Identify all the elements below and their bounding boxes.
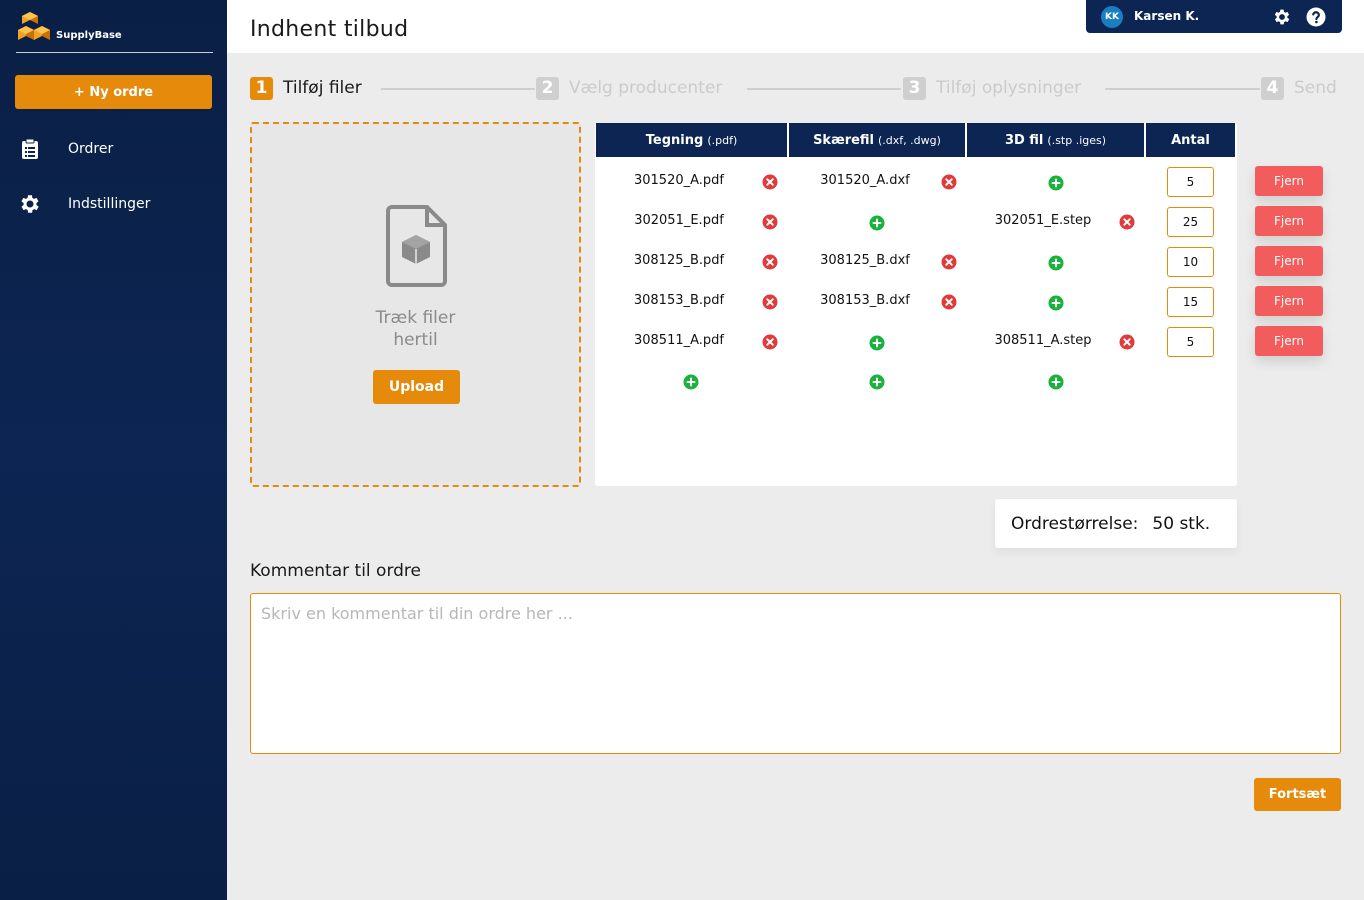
order-size-summary: Ordrestørrelse: 50 stk. [995,499,1237,548]
quantity-input[interactable] [1167,327,1214,357]
continue-button[interactable]: Fortsæt [1254,778,1341,811]
remove-file-icon[interactable] [762,334,778,350]
sidebar-item-settings[interactable]: Indstillinger [18,189,218,219]
remove-file-icon[interactable] [941,254,957,270]
drawing-file-name: 308511_A.pdf [633,333,724,348]
remove-row-button[interactable]: Fjern [1255,286,1323,316]
logo[interactable]: SupplyBase [16,10,213,53]
step-label: Tilføj filer [283,78,362,98]
cut-file-name: 308125_B.dxf [820,253,910,268]
remove-file-icon[interactable] [762,254,778,270]
quantity-input[interactable] [1167,207,1214,237]
remove-file-icon[interactable] [762,294,778,310]
step-connector [1105,88,1260,90]
column-name: Skærefil [813,132,875,148]
step-send: 4 Send [1261,76,1337,100]
model-3d-file-name: 308511_A.step [994,333,1092,348]
logo-cubes-icon [18,12,50,40]
clipboard-icon [18,137,42,161]
remove-file-icon[interactable] [1119,214,1135,230]
add-file-icon[interactable] [869,215,885,231]
remove-file-icon[interactable] [762,174,778,190]
quantity-input[interactable] [1167,287,1214,317]
file-box-icon [386,205,447,287]
upload-button[interactable]: Upload [373,370,460,404]
add-file-icon[interactable] [683,374,699,390]
remove-file-icon[interactable] [762,214,778,230]
remove-row-button[interactable]: Fjern [1255,246,1323,276]
avatar[interactable]: KK [1101,6,1123,28]
add-file-icon[interactable] [1048,295,1064,311]
dropzone-text-line: Træk filer [375,308,456,328]
column-ext: (.dxf, .dwg) [878,133,941,147]
help-icon[interactable] [1306,7,1326,27]
drawing-file-name: 301520_A.pdf [633,173,724,188]
step-number: 1 [250,76,273,100]
top-header: Indhent tilbud KK Karsen K. [227,0,1364,53]
step-number: 2 [536,76,559,100]
remove-file-icon[interactable] [941,294,957,310]
quantity-input[interactable] [1167,167,1214,197]
page-title: Indhent tilbud [250,17,409,42]
remove-file-icon[interactable] [1119,334,1135,350]
dropzone-text-line: hertil [393,330,438,350]
sidebar-item-label: Ordrer [68,141,114,157]
add-file-icon[interactable] [869,335,885,351]
logo-text: SupplyBase [56,30,122,41]
drawing-file-name: 308153_B.pdf [633,293,725,308]
add-file-icon[interactable] [1048,255,1064,271]
step-connector [747,88,901,90]
sidebar: SupplyBase + Ny ordre Ordrer Indstilling… [0,0,227,900]
column-header-drawing: Tegning (.pdf) [596,123,787,157]
step-choose-producers: 2 Vælg producenter [536,76,722,100]
add-file-icon[interactable] [1048,175,1064,191]
column-name: Antal [1171,132,1210,148]
order-size-value: 50 stk. [1152,513,1211,534]
step-number: 3 [903,76,926,100]
comment-label: Kommentar til ordre [250,561,422,581]
column-name: 3D fil [1004,132,1044,148]
remove-row-button[interactable]: Fjern [1255,326,1323,356]
comment-input[interactable] [250,593,1341,754]
step-label: Vælg producenter [569,78,723,98]
step-number: 4 [1261,76,1284,100]
step-add-files: 1 Tilføj filer [250,76,362,100]
step-add-info: 3 Tilføj oplysninger [903,76,1081,100]
step-label: Send [1294,78,1337,98]
dropzone-text: Træk filer hertil [252,307,579,351]
step-connector [381,88,535,90]
add-file-icon[interactable] [869,374,885,390]
quantity-input[interactable] [1167,247,1214,277]
gear-icon [18,192,42,216]
drawing-file-name: 302051_E.pdf [634,213,724,228]
column-header-cutfile: Skærefil (.dxf, .dwg) [789,123,965,157]
cut-file-name: 308153_B.dxf [820,293,910,308]
column-ext: (.stp .iges) [1047,133,1107,147]
add-file-icon[interactable] [1048,374,1064,390]
new-order-button[interactable]: + Ny ordre [15,75,212,109]
remove-row-button[interactable]: Fjern [1255,206,1323,236]
user-name[interactable]: Karsen K. [1134,9,1199,23]
step-label: Tilføj oplysninger [936,78,1082,98]
column-ext: (.pdf) [707,133,738,147]
sidebar-item-orders[interactable]: Ordrer [18,134,218,164]
file-dropzone[interactable]: Træk filer hertil Upload [250,122,581,487]
remove-row-button[interactable]: Fjern [1255,166,1323,196]
settings-gear-icon[interactable] [1272,7,1292,27]
column-name: Tegning [645,132,704,148]
column-header-3d-file: 3D fil (.stp .iges) [967,123,1144,157]
model-3d-file-name: 302051_E.step [994,213,1092,228]
user-bar: KK Karsen K. [1086,0,1342,33]
column-header-quantity: Antal [1146,123,1235,157]
sidebar-item-label: Indstillinger [68,196,151,212]
drawing-file-name: 308125_B.pdf [633,253,725,268]
remove-file-icon[interactable] [941,174,957,190]
cut-file-name: 301520_A.dxf [820,173,910,188]
order-size-label: Ordrestørrelse: [1011,513,1139,534]
